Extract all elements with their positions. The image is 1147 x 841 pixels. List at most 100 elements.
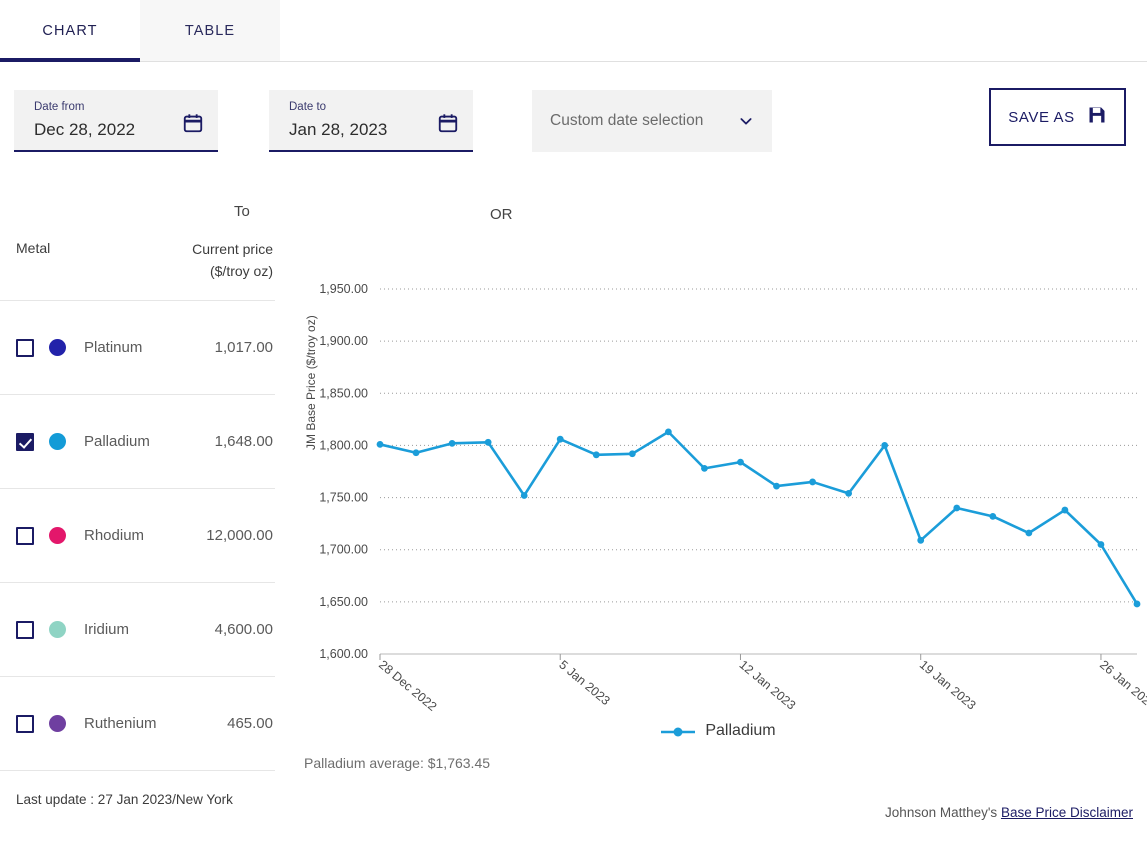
column-header-metal: Metal <box>16 238 192 282</box>
metal-row[interactable]: Iridium4,600.00 <box>0 583 275 677</box>
x-axis-tick-label: 12 Jan 2023 <box>737 658 799 713</box>
y-axis-tick-label: 1,950.00 <box>319 282 368 296</box>
data-point[interactable] <box>989 513 996 520</box>
disclaimer: Johnson Matthey's Base Price Disclaimer <box>885 805 1133 820</box>
metal-color-dot <box>49 433 66 450</box>
metal-checkbox-iridium[interactable] <box>16 621 34 639</box>
metal-color-dot <box>49 527 66 544</box>
data-point[interactable] <box>1098 541 1105 548</box>
calendar-icon[interactable] <box>437 112 459 134</box>
y-axis-tick-label: 1,700.00 <box>319 543 368 557</box>
metal-name: Iridium <box>84 621 215 638</box>
control-bar: Date from Dec 28, 2022 To Date to Jan 28… <box>0 90 1147 162</box>
data-point[interactable] <box>557 436 564 443</box>
tab-chart-label: CHART <box>42 23 97 39</box>
data-point[interactable] <box>881 442 888 449</box>
data-point[interactable] <box>521 492 528 499</box>
data-point[interactable] <box>593 451 600 458</box>
tab-bar: CHART TABLE <box>0 0 1147 62</box>
y-axis-tick-label: 1,800.00 <box>319 438 368 452</box>
metal-price: 465.00 <box>227 715 273 732</box>
x-axis-tick-label: 26 Jan 2023 <box>1097 658 1147 713</box>
data-point[interactable] <box>953 505 960 512</box>
data-point[interactable] <box>737 459 744 466</box>
metal-price: 1,648.00 <box>215 433 273 450</box>
metal-rows-container: Platinum1,017.00Palladium1,648.00Rhodium… <box>0 301 275 771</box>
legend-label-palladium: Palladium <box>705 722 775 740</box>
or-separator: OR <box>490 206 513 223</box>
date-to-value: Jan 28, 2023 <box>289 120 461 140</box>
data-point[interactable] <box>413 449 420 456</box>
data-point[interactable] <box>449 440 456 447</box>
data-point[interactable] <box>665 428 672 435</box>
tab-table-label: TABLE <box>185 23 235 39</box>
metal-checkbox-rhodium[interactable] <box>16 527 34 545</box>
data-point[interactable] <box>485 439 492 446</box>
metal-price: 12,000.00 <box>206 527 273 544</box>
calendar-icon[interactable] <box>182 112 204 134</box>
x-axis-tick-label: 28 Dec 2022 <box>376 658 439 714</box>
y-axis-tick-label: 1,650.00 <box>319 595 368 609</box>
metal-prices-page: CHART TABLE Date from Dec 28, 2022 To Da… <box>0 0 1147 841</box>
metal-name: Platinum <box>84 339 215 356</box>
metal-name: Rhodium <box>84 527 206 544</box>
x-axis-tick-label: 19 Jan 2023 <box>917 658 979 713</box>
legend-marker-palladium <box>661 725 695 737</box>
date-from-label: Date from <box>34 100 206 114</box>
metal-color-dot <box>49 621 66 638</box>
metal-list-header: Metal Current price ($/troy oz) <box>0 210 275 301</box>
data-point[interactable] <box>1134 601 1141 608</box>
column-header-price-line2: ($/troy oz) <box>192 260 273 282</box>
data-point[interactable] <box>845 490 852 497</box>
metal-checkbox-platinum[interactable] <box>16 339 34 357</box>
chevron-down-icon <box>738 113 754 129</box>
series-line-palladium <box>380 432 1137 604</box>
date-from-value: Dec 28, 2022 <box>34 120 206 140</box>
average-text: Palladium average: $1,763.45 <box>304 755 490 771</box>
column-header-price-line1: Current price <box>192 238 273 260</box>
data-point[interactable] <box>377 441 384 448</box>
base-price-disclaimer-link[interactable]: Base Price Disclaimer <box>1001 805 1133 820</box>
data-point[interactable] <box>917 537 924 544</box>
metal-name: Palladium <box>84 433 215 450</box>
chart-canvas: 1,950.00 1,900.00 1,850.00 1,800.00 1,750.00… <box>290 250 1147 720</box>
metal-color-dot <box>49 339 66 356</box>
metal-row[interactable]: Rhodium12,000.00 <box>0 489 275 583</box>
metal-color-dot <box>49 715 66 732</box>
metal-checkbox-ruthenium[interactable] <box>16 715 34 733</box>
metal-checkbox-palladium[interactable] <box>16 433 34 451</box>
data-point[interactable] <box>629 450 636 457</box>
save-as-button[interactable]: SAVE AS <box>989 88 1126 146</box>
x-axis-tick-label: 5 Jan 2023 <box>556 658 612 709</box>
data-point[interactable] <box>701 465 708 472</box>
data-point[interactable] <box>1062 507 1069 514</box>
y-axis-title: JM Base Price ($/troy oz) <box>304 315 318 450</box>
metal-list: Metal Current price ($/troy oz) Platinum… <box>0 210 275 771</box>
last-update-text: Last update : 27 Jan 2023/New York <box>16 792 233 807</box>
save-as-label: SAVE AS <box>1008 109 1074 126</box>
data-point[interactable] <box>1025 530 1032 537</box>
tab-chart[interactable]: CHART <box>0 0 140 61</box>
data-point[interactable] <box>809 479 816 486</box>
metal-name: Ruthenium <box>84 715 227 732</box>
date-to-label: Date to <box>289 100 461 114</box>
data-point[interactable] <box>773 483 780 490</box>
metal-row[interactable]: Platinum1,017.00 <box>0 301 275 395</box>
metal-price: 4,600.00 <box>215 621 273 638</box>
tab-table[interactable]: TABLE <box>140 0 280 61</box>
metal-row[interactable]: Ruthenium465.00 <box>0 677 275 771</box>
y-axis-tick-label: 1,600.00 <box>319 647 368 661</box>
save-disk-icon <box>1087 105 1107 130</box>
date-to-field[interactable]: Date to Jan 28, 2023 <box>269 90 473 152</box>
custom-date-selection-value: Custom date selection <box>550 112 738 130</box>
price-chart: JM Base Price ($/troy oz) 1,950.00 1,900.… <box>290 250 1147 810</box>
custom-date-selection-dropdown[interactable]: Custom date selection <box>532 90 772 152</box>
metal-row[interactable]: Palladium1,648.00 <box>0 395 275 489</box>
chart-legend: Palladium <box>290 722 1147 740</box>
y-axis-tick-label: 1,750.00 <box>319 491 368 505</box>
date-from-field[interactable]: Date from Dec 28, 2022 <box>14 90 218 152</box>
metal-price: 1,017.00 <box>215 339 273 356</box>
y-axis-tick-label: 1,850.00 <box>319 386 368 400</box>
disclaimer-owner: Johnson Matthey's <box>885 805 997 820</box>
y-axis-tick-label: 1,900.00 <box>319 334 368 348</box>
